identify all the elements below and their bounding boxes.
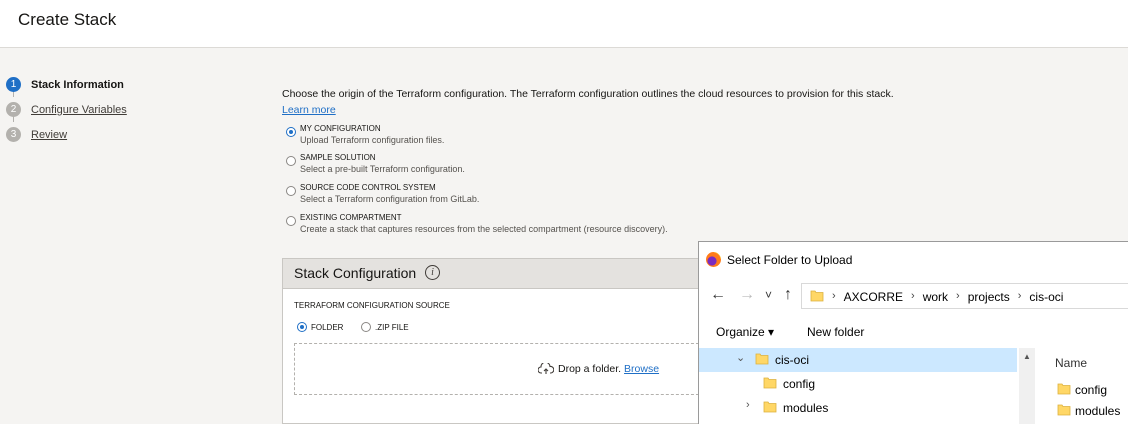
page-header: Create Stack [0, 0, 1128, 48]
chevron-right-icon[interactable]: › [746, 399, 750, 411]
source-option-label: FOLDER [311, 323, 344, 332]
dialog-title: Select Folder to Upload [727, 253, 853, 267]
step-label: Stack Information [31, 78, 124, 91]
tree-item-cis-oci[interactable]: ⌄ cis-oci [699, 348, 1017, 372]
browse-link[interactable]: Browse [624, 363, 659, 375]
breadcrumb-item[interactable]: projects [968, 290, 1010, 304]
name-column-header[interactable]: Name [1055, 356, 1087, 370]
source-option-label: .ZIP FILE [375, 323, 409, 332]
folder-icon [1057, 383, 1071, 395]
option-title: SOURCE CODE CONTROL SYSTEM [300, 183, 436, 192]
source-label: TERRAFORM CONFIGURATION SOURCE [294, 301, 450, 310]
breadcrumb-separator: › [832, 290, 836, 302]
folder-icon [810, 290, 824, 302]
step-number: 3 [6, 127, 21, 142]
step-number: 2 [6, 102, 21, 117]
drop-zone-content: Drop a folder. Browse [538, 363, 659, 375]
intro-text: Choose the origin of the Terraform confi… [282, 88, 894, 100]
cloud-upload-icon [538, 363, 554, 374]
address-bar[interactable]: › AXCORRE › work › projects › cis-oci [801, 283, 1128, 309]
step-label: Configure Variables [31, 103, 127, 116]
file-list: Name config modules [1039, 348, 1128, 424]
learn-more-link[interactable]: Learn more [282, 104, 336, 116]
back-arrow-icon[interactable]: ← [710, 286, 726, 304]
folder-icon [763, 401, 777, 413]
folder-tree: ⌄ cis-oci config › modules [699, 348, 1019, 424]
panel-header: Stack Configuration i [283, 259, 701, 289]
option-title: SAMPLE SOLUTION [300, 153, 376, 162]
recent-locations-chevron-icon[interactable]: ˅ [765, 286, 772, 304]
radio-button[interactable] [286, 216, 296, 226]
step-stack-information[interactable]: 1 Stack Information [6, 72, 127, 97]
folder-drop-zone[interactable]: Drop a folder. Browse [294, 343, 704, 395]
select-folder-dialog: Select Folder to Upload ← → ˅ ↑ › AXCORR… [698, 241, 1128, 424]
page-title: Create Stack [18, 10, 117, 29]
step-number: 1 [6, 77, 21, 92]
tree-item-label: modules [783, 401, 829, 415]
breadcrumb-item[interactable]: AXCORRE [844, 290, 903, 304]
stack-configuration-panel: Stack Configuration i TERRAFORM CONFIGUR… [282, 258, 704, 424]
radio-button[interactable] [286, 156, 296, 166]
radio-button[interactable] [361, 322, 371, 332]
breadcrumb-item[interactable]: cis-oci [1029, 290, 1063, 304]
breadcrumb: › AXCORRE › work › projects › cis-oci [832, 290, 1063, 304]
option-description: Create a stack that captures resources f… [300, 224, 668, 234]
chevron-down-icon[interactable]: ⌄ [736, 351, 745, 364]
radio-button[interactable] [286, 186, 296, 196]
option-description: Select a Terraform configuration from Gi… [300, 194, 480, 204]
breadcrumb-separator: › [1017, 290, 1022, 302]
info-icon[interactable]: i [425, 265, 440, 280]
tree-item-modules[interactable]: › modules [699, 396, 1017, 420]
folder-icon [763, 377, 777, 389]
firefox-icon [706, 252, 721, 267]
tree-item-label: cis-oci [775, 353, 810, 367]
file-item-label: config [1075, 383, 1108, 397]
breadcrumb-separator: › [956, 290, 960, 302]
dialog-navbar: ← → ˅ ↑ › AXCORRE › work › projects › ci… [699, 280, 1128, 312]
wizard-steps: 1 Stack Information 2 Configure Variable… [6, 72, 127, 147]
tree-item-config[interactable]: config [699, 372, 1017, 396]
radio-button[interactable] [297, 322, 307, 332]
step-configure-variables[interactable]: 2 Configure Variables [6, 97, 127, 122]
tree-item-label: config [783, 377, 816, 391]
step-label: Review [31, 128, 68, 141]
new-folder-button[interactable]: New folder [807, 325, 864, 339]
option-description: Select a pre-built Terraform configurati… [300, 164, 465, 174]
up-arrow-icon[interactable]: ↑ [784, 286, 792, 304]
forward-arrow-icon[interactable]: → [739, 286, 755, 304]
file-item-label: modules [1075, 404, 1121, 418]
option-title: MY CONFIGURATION [300, 124, 381, 133]
dialog-titlebar: Select Folder to Upload [699, 242, 1128, 278]
folder-icon [1057, 404, 1071, 416]
organize-menu-button[interactable]: Organize ▾ [716, 325, 774, 339]
dialog-command-bar: Organize ▾ New folder [699, 320, 1128, 346]
scroll-up-icon[interactable]: ▲ [1023, 352, 1031, 361]
folder-icon [755, 353, 769, 365]
breadcrumb-separator: › [911, 290, 915, 302]
tree-scrollbar[interactable]: ▲ [1019, 348, 1035, 424]
step-review[interactable]: 3 Review [6, 122, 127, 147]
radio-button[interactable] [286, 127, 296, 137]
breadcrumb-item[interactable]: work [923, 290, 948, 304]
option-description: Upload Terraform configuration files. [300, 135, 445, 145]
option-title: EXISTING COMPARTMENT [300, 213, 402, 222]
drop-zone-text: Drop a folder. [558, 363, 622, 375]
panel-title: Stack Configuration [294, 265, 417, 281]
